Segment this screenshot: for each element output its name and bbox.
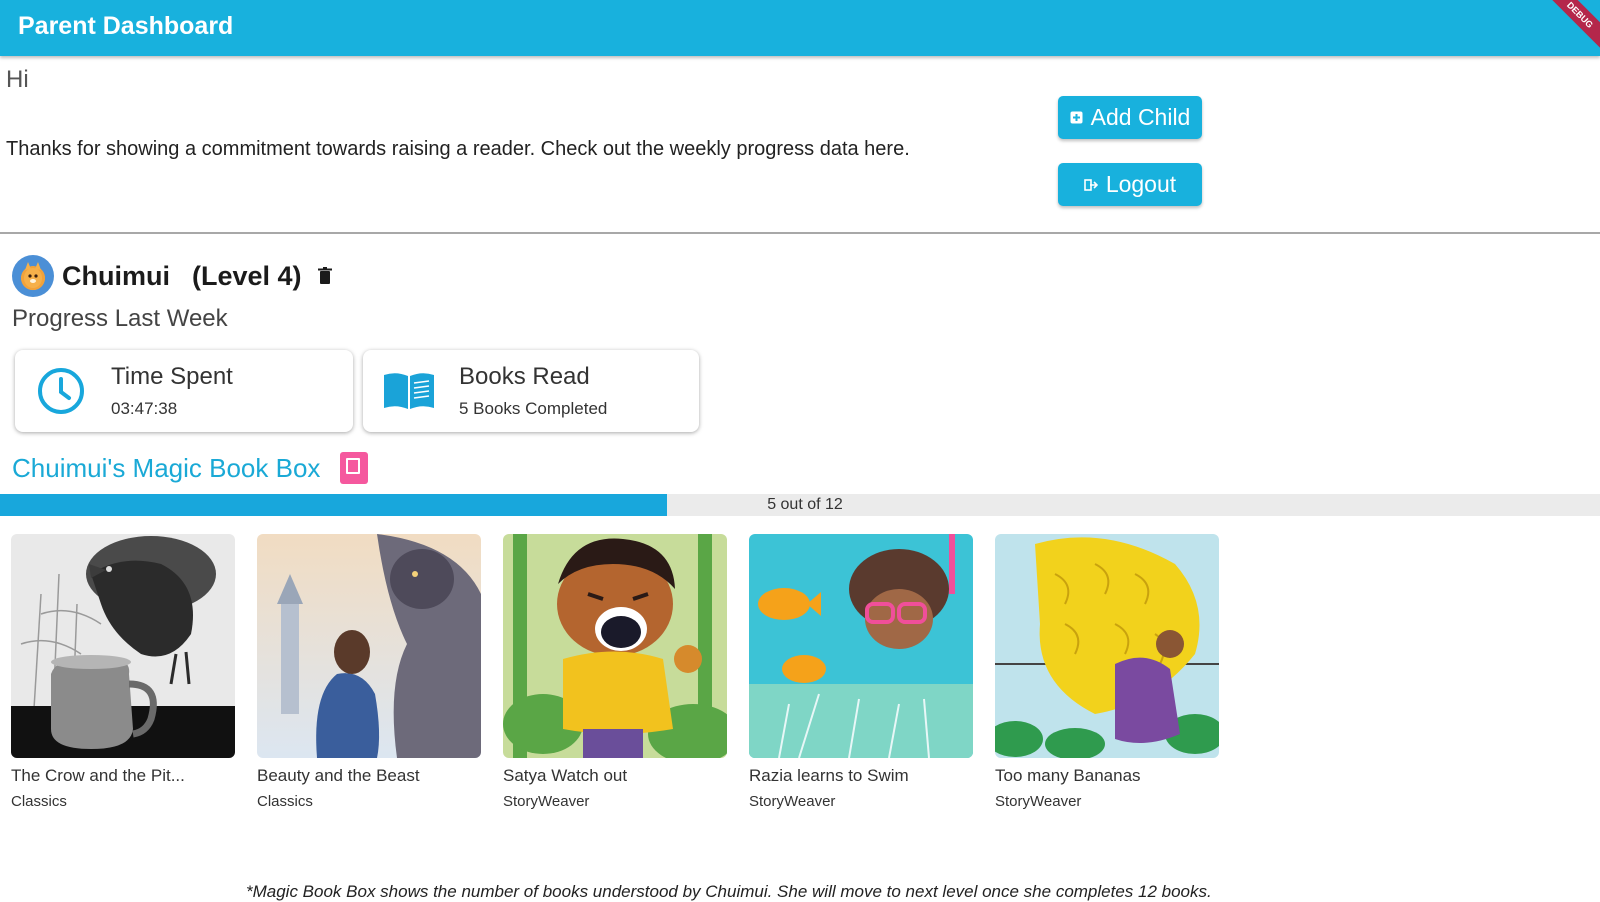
book-card[interactable]: Satya Watch out StoryWeaver xyxy=(503,534,727,810)
magic-box-progress-bar: 5 out of 12 xyxy=(0,494,1600,516)
book-source: Classics xyxy=(257,793,313,810)
logout-icon xyxy=(1084,178,1098,192)
book-source: Classics xyxy=(11,793,67,810)
app-bar: Parent Dashboard DEBUG xyxy=(0,0,1600,64)
progress-last-week-label: Progress Last Week xyxy=(12,305,228,332)
book-cover-crow-pitcher xyxy=(11,534,235,758)
open-book-icon xyxy=(379,371,439,411)
book-title: Satya Watch out xyxy=(503,766,628,785)
intro-message: Thanks for showing a commitment towards … xyxy=(6,138,910,160)
book-icon xyxy=(340,452,369,484)
magic-book-box-header: Chuimui's Magic Book Box xyxy=(12,452,369,484)
add-child-button[interactable]: Add Child xyxy=(1058,96,1202,139)
add-child-icon xyxy=(1070,111,1083,124)
child-level: (Level 4) xyxy=(192,260,302,291)
book-cover-razia xyxy=(749,534,973,758)
child-avatar[interactable] xyxy=(12,255,54,297)
book-title: Razia learns to Swim xyxy=(749,766,909,785)
time-spent-card: Time Spent 03:47:38 xyxy=(15,350,353,432)
book-source: StoryWeaver xyxy=(749,793,836,810)
clock-icon xyxy=(31,366,91,416)
debug-banner: DEBUG xyxy=(1531,0,1600,64)
time-spent-value: 03:47:38 xyxy=(111,399,178,418)
progress-bar-text: 5 out of 12 xyxy=(767,496,843,513)
book-cover-bananas xyxy=(995,534,1219,758)
child-name: Chuimui xyxy=(62,260,170,291)
book-source: StoryWeaver xyxy=(995,793,1082,810)
books-read-card: Books Read 5 Books Completed xyxy=(363,350,699,432)
books-read-value: 5 Books Completed xyxy=(459,399,608,418)
greeting-text: Hi xyxy=(6,66,29,93)
book-card[interactable]: Too many Bananas StoryWeaver xyxy=(995,534,1219,810)
section-divider xyxy=(0,232,1600,234)
logout-label: Logout xyxy=(1105,171,1177,197)
book-card[interactable]: The Crow and the Pit... Classics xyxy=(11,534,235,810)
child-header: Chuimui (Level 4) xyxy=(12,254,332,298)
book-cover-satya xyxy=(503,534,727,758)
time-spent-title: Time Spent xyxy=(111,363,233,390)
logout-button[interactable]: Logout xyxy=(1058,163,1202,206)
books-read-title: Books Read xyxy=(459,363,590,390)
book-title: The Crow and the Pit... xyxy=(11,766,185,785)
magic-book-box-title: Chuimui's Magic Book Box xyxy=(12,452,321,483)
book-source: StoryWeaver xyxy=(503,793,590,810)
app-title: Parent Dashboard xyxy=(18,12,234,40)
add-child-label: Add Child xyxy=(1090,104,1191,130)
delete-child-icon[interactable] xyxy=(317,267,332,285)
book-list: The Crow and the Pit... Classics Beauty … xyxy=(11,534,1219,810)
book-title: Beauty and the Beast xyxy=(257,766,420,785)
book-title: Too many Bananas xyxy=(995,766,1141,785)
magic-box-footnote: *Magic Book Box shows the number of book… xyxy=(246,882,1212,901)
book-card[interactable]: Beauty and the Beast Classics xyxy=(257,534,481,810)
book-card[interactable]: Razia learns to Swim StoryWeaver xyxy=(749,534,973,810)
book-cover-beauty-beast xyxy=(257,534,481,758)
